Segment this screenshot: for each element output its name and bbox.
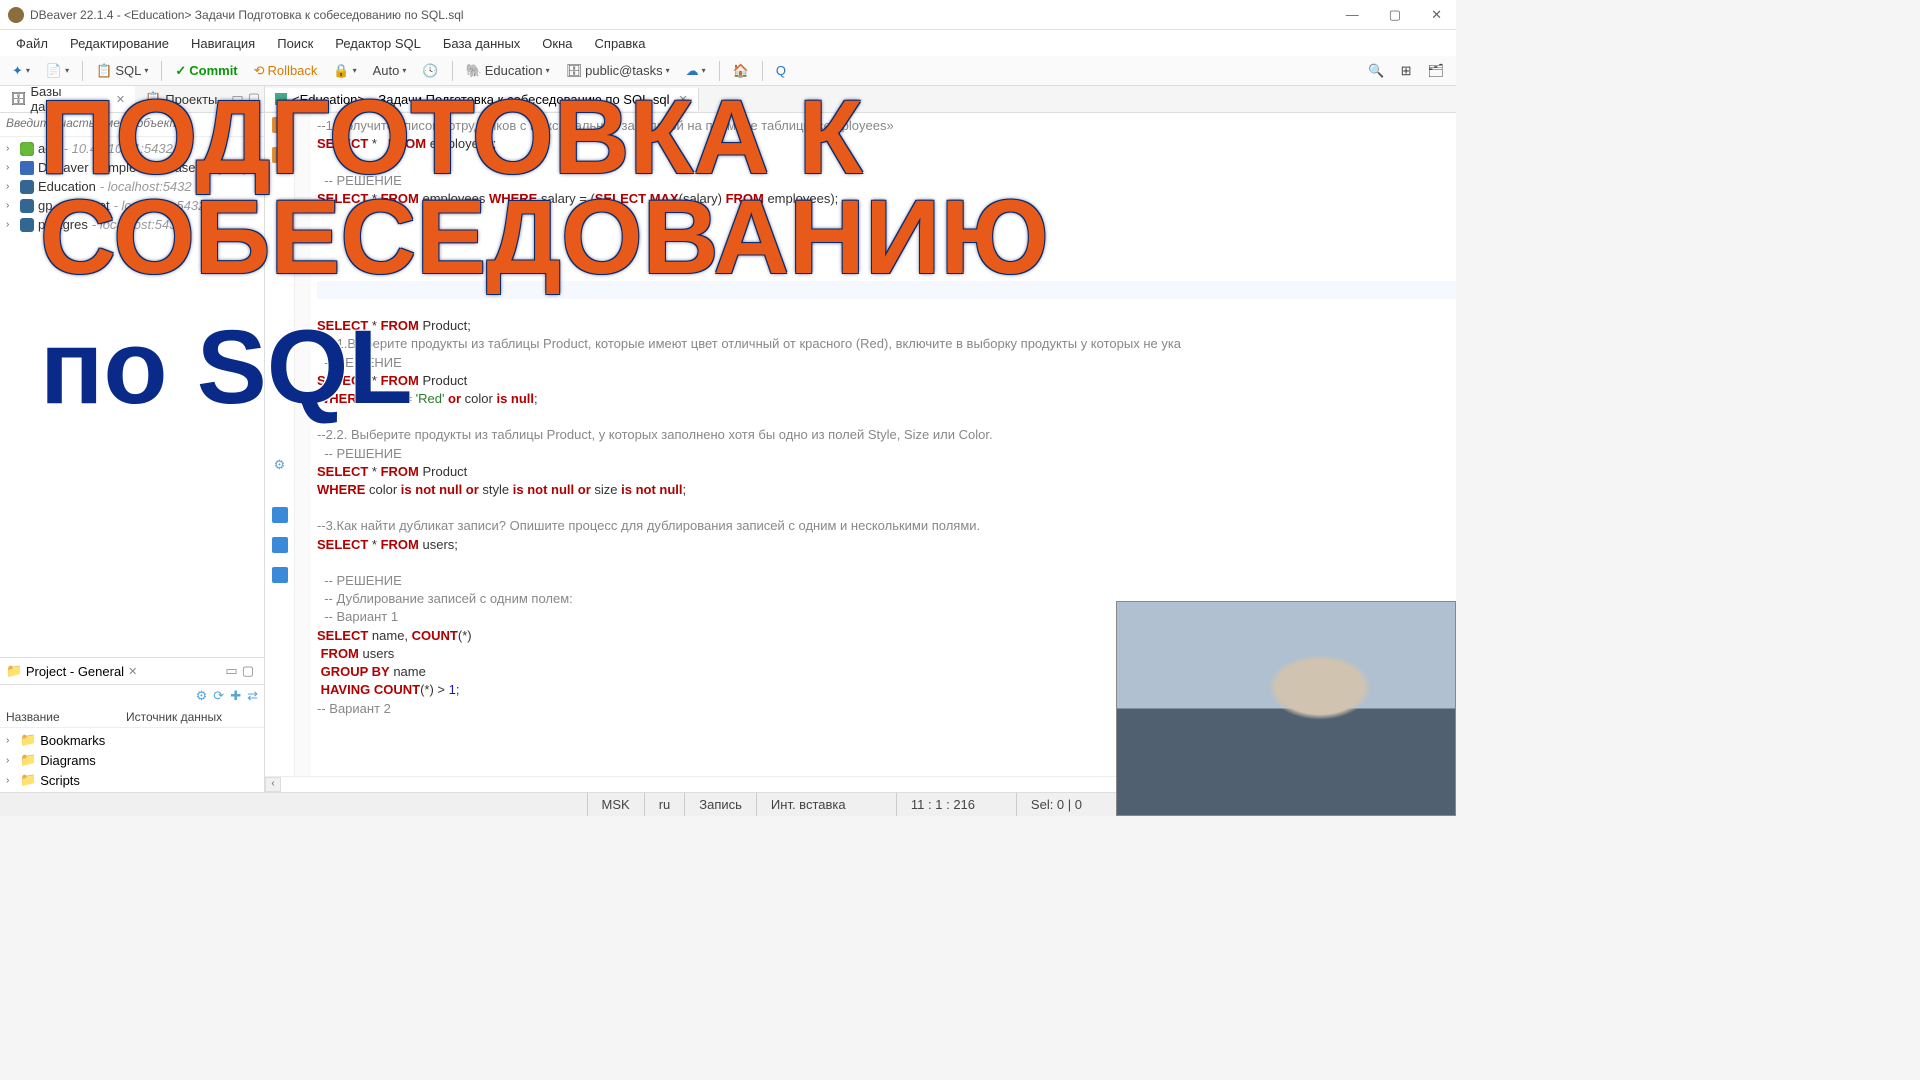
cloud-button[interactable]: ☁ ▾: [680, 60, 712, 82]
tree-item-sample: ›DBeaver Sample Database (SQLite): [0, 158, 264, 177]
execute-script-icon[interactable]: [272, 147, 288, 163]
scroll-left-button[interactable]: ‹: [265, 777, 281, 792]
toolbar-q-button[interactable]: Q: [770, 60, 792, 81]
menu-windows[interactable]: Окна: [532, 33, 582, 54]
tree-item-postgres: ›postgres - localhost:5432: [0, 215, 264, 234]
project-panel-title: Project - General: [26, 664, 124, 679]
col-name: Название: [6, 710, 126, 724]
show-execution-log-icon[interactable]: [272, 507, 288, 523]
project-item-scripts[interactable]: ›📁Scripts: [0, 770, 264, 790]
transaction-log-button[interactable]: 🕓: [416, 60, 444, 82]
main-toolbar: ✦▾ 📄▾ 📋 SQL ▾ ✓ Commit ⟲ Rollback 🔒▾ Aut…: [0, 56, 1456, 86]
project-item-diagrams[interactable]: ›📁Diagrams: [0, 750, 264, 770]
transaction-mode-button[interactable]: 🔒▾: [327, 60, 362, 82]
editor-left-toolbar: ⚙: [265, 113, 295, 776]
status-timezone: MSK: [587, 793, 644, 816]
rollback-button[interactable]: ⟲ Rollback: [248, 60, 324, 82]
execute-sql-icon[interactable]: [272, 117, 288, 133]
window-title: DBeaver 22.1.4 - <Education> Задачи Подг…: [30, 8, 1340, 22]
navigator-search-input[interactable]: [6, 116, 258, 130]
menu-search[interactable]: Поиск: [267, 33, 323, 54]
menu-help[interactable]: Справка: [585, 33, 656, 54]
perspective-button[interactable]: ⊞: [1395, 60, 1418, 82]
minimize-panel-icon[interactable]: ▭: [231, 90, 243, 108]
navigator-tabs: 🗄 Базы данных ✕ 📋 Проекты ▭ ▢: [0, 86, 264, 113]
col-datasource: Источник данных: [126, 710, 222, 724]
database-icon: 🗄: [10, 91, 27, 107]
refresh-icon[interactable]: ⟳: [213, 688, 224, 704]
postgres-icon: [20, 199, 34, 213]
db-icon: [20, 142, 34, 156]
folder-icon: 📁: [20, 732, 36, 748]
tree-item-adb: ›adb - 10.40.10.51:5432: [0, 139, 264, 158]
fold-gutter[interactable]: [295, 113, 311, 776]
app-icon: [8, 7, 24, 23]
minimize-button[interactable]: —: [1340, 7, 1365, 23]
maximize-project-icon[interactable]: ▢: [242, 663, 254, 679]
titlebar: DBeaver 22.1.4 - <Education> Задачи Подг…: [0, 0, 1456, 30]
project-item-bookmarks[interactable]: ›📁Bookmarks: [0, 730, 264, 750]
editor-tabs: <Education> Задачи Подготовка к собеседо…: [265, 86, 1456, 113]
new-button[interactable]: 📄▾: [40, 60, 75, 82]
status-write-mode: Запись: [684, 793, 756, 816]
dbeaver-perspective-icon[interactable]: 🗂: [1421, 60, 1450, 82]
close-button[interactable]: ✕: [1425, 7, 1448, 23]
maximize-button[interactable]: ▢: [1383, 7, 1407, 23]
settings-icon[interactable]: ⚙: [196, 688, 208, 704]
script-icon: [275, 93, 287, 105]
menu-database[interactable]: База данных: [433, 33, 530, 54]
database-navigator-tree[interactable]: ›adb - 10.40.10.51:5432 ›DBeaver Sample …: [0, 137, 264, 657]
datasource-selector[interactable]: 🐘 Education ▾: [460, 60, 556, 82]
close-editor-tab-icon[interactable]: ✕: [679, 93, 688, 106]
tab-projects[interactable]: 📋 Проекты: [135, 86, 227, 112]
status-insert-mode: Инт. вставка: [756, 793, 896, 816]
folder-icon: 📁: [20, 752, 36, 768]
editor-tab-sql-script[interactable]: <Education> Задачи Подготовка к собеседо…: [265, 88, 699, 111]
commit-button[interactable]: ✓ Commit: [169, 60, 243, 82]
tree-item-education: ›Education - localhost:5432: [0, 177, 264, 196]
new-connection-button[interactable]: ✦▾: [6, 60, 36, 82]
minimize-project-icon[interactable]: ▭: [225, 663, 237, 679]
close-tab-icon[interactable]: ✕: [116, 93, 125, 106]
menu-file[interactable]: Файл: [6, 33, 58, 54]
search-toolbar-button[interactable]: 🔍: [1362, 60, 1390, 82]
menu-sql-editor[interactable]: Редактор SQL: [325, 33, 431, 54]
folder-icon: 📁: [6, 663, 22, 679]
auto-commit-button[interactable]: Auto ▾: [367, 60, 413, 81]
status-selection: Sel: 0 | 0: [1016, 793, 1096, 816]
postgres-icon: [20, 218, 34, 232]
schema-selector[interactable]: 🗄 public@tasks ▾: [560, 60, 676, 82]
postgres-icon: [20, 180, 34, 194]
menubar: Файл Редактирование Навигация Поиск Реда…: [0, 30, 1456, 56]
menu-edit[interactable]: Редактирование: [60, 33, 179, 54]
add-icon[interactable]: ✚: [230, 688, 241, 704]
show-panels-icon[interactable]: [272, 537, 288, 553]
webcam-overlay: [1116, 601, 1456, 816]
close-project-panel-icon[interactable]: ✕: [128, 665, 137, 678]
status-cursor-position: 11 : 1 : 216: [896, 793, 1016, 816]
tab-databases[interactable]: 🗄 Базы данных ✕: [0, 86, 135, 112]
sqlite-icon: [20, 161, 34, 175]
toggle-panels-icon[interactable]: [272, 567, 288, 583]
menu-navigation[interactable]: Навигация: [181, 33, 265, 54]
projects-icon: 📋: [145, 91, 161, 107]
sql-button[interactable]: 📋 SQL ▾: [90, 60, 154, 82]
project-panel-header: 📁 Project - General ✕ ▭ ▢: [0, 658, 264, 685]
explain-plan-icon[interactable]: ⚙: [274, 457, 286, 473]
maximize-panel-icon[interactable]: ▢: [248, 90, 260, 108]
status-lang: ru: [644, 793, 685, 816]
tree-item-gp-superset: ›gp_superset - localhost:5432: [0, 196, 264, 215]
link-icon[interactable]: ⇄: [247, 688, 258, 704]
folder-icon: 📁: [20, 772, 36, 788]
home-button[interactable]: 🏠: [727, 60, 755, 82]
